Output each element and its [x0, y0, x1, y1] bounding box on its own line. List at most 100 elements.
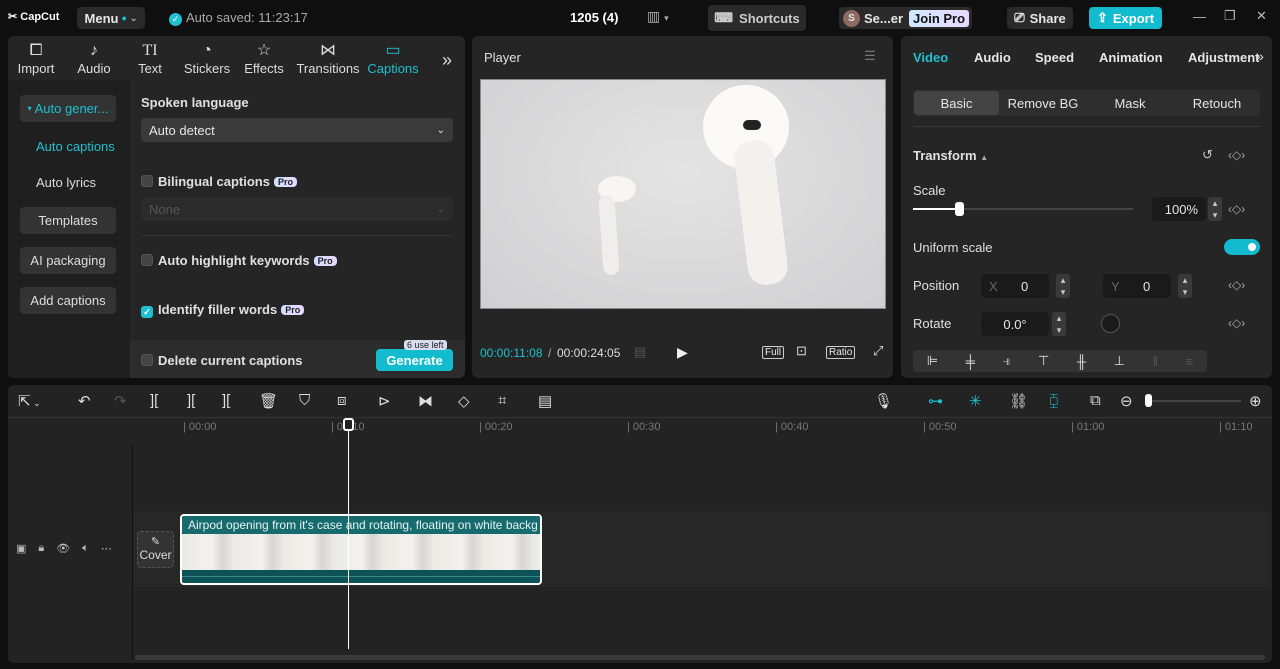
join-pro-button[interactable]: Join Pro: [909, 9, 970, 27]
keyframe-icon[interactable]: ‹◇›: [1228, 316, 1245, 330]
tab-audio-inspector[interactable]: Audio: [974, 50, 1011, 65]
highlight-keywords-checkbox[interactable]: Auto highlight keywords Pro: [141, 253, 337, 268]
cover-button[interactable]: ✎ Cover: [137, 531, 174, 568]
position-y-input[interactable]: Y0: [1103, 274, 1171, 298]
auto-snap-icon[interactable]: ✳: [969, 392, 982, 410]
menu-button[interactable]: Menu ● ⌄: [77, 7, 145, 29]
align-center-h-icon[interactable]: ╪: [966, 354, 975, 369]
speed-icon[interactable]: ⊳: [378, 392, 391, 410]
tab-effects[interactable]: ☆ Effects: [243, 41, 285, 76]
more-tabs-icon[interactable]: »: [442, 50, 452, 71]
horizontal-scrollbar[interactable]: [135, 655, 1265, 660]
tab-import[interactable]: ⧠ Import: [16, 41, 56, 76]
zoom-fit-icon[interactable]: ⊡: [796, 343, 807, 359]
split-right-icon[interactable]: ][: [222, 392, 230, 409]
subtab-basic[interactable]: Basic: [914, 91, 999, 115]
preview-axis-icon[interactable]: ⧮: [1049, 392, 1059, 409]
uniform-scale-toggle[interactable]: [1224, 239, 1260, 255]
more-tabs-icon[interactable]: »: [1256, 48, 1264, 64]
volume-icon[interactable]: 🔈︎: [82, 542, 89, 555]
scale-input[interactable]: 100%: [1152, 197, 1206, 221]
shortcuts-button[interactable]: ⌨ Shortcuts: [708, 5, 806, 31]
transform-header[interactable]: Transform ▲: [913, 148, 988, 163]
slider-handle[interactable]: [955, 202, 964, 216]
tab-animation[interactable]: Animation: [1099, 50, 1163, 65]
mirror-icon[interactable]: ⧓: [418, 392, 433, 410]
auto-reframe-icon[interactable]: ▤: [538, 392, 552, 410]
rotate-icon[interactable]: ◇: [458, 392, 470, 410]
main-track-magnet-icon[interactable]: ⊶: [928, 392, 943, 410]
player-menu-icon[interactable]: ☰: [864, 48, 876, 64]
more-icon[interactable]: ⋯: [101, 542, 112, 555]
full-button[interactable]: Full: [762, 346, 785, 359]
align-center-v-icon[interactable]: ╫: [1077, 354, 1086, 369]
subtab-retouch[interactable]: Retouch: [1174, 91, 1260, 115]
ratio-button[interactable]: Ratio: [826, 346, 856, 359]
delete-icon[interactable]: 🗑: [259, 392, 278, 410]
crop-icon[interactable]: ⌗: [498, 392, 506, 409]
freeze-icon[interactable]: ⧈: [337, 392, 347, 409]
align-bottom-icon[interactable]: ⊥: [1114, 353, 1125, 369]
position-y-stepper[interactable]: ▴ ▾: [1178, 274, 1192, 298]
fullscreen-icon[interactable]: ⤢: [873, 343, 883, 359]
track-video-icon[interactable]: ▣: [16, 542, 26, 555]
split-left-icon[interactable]: ][: [187, 392, 195, 409]
link-icon[interactable]: ⛓: [1009, 392, 1028, 410]
subtab-remove-bg[interactable]: Remove BG: [1000, 91, 1086, 115]
split-icon[interactable]: ][: [150, 392, 158, 409]
sidebar-auto-captions[interactable]: Auto captions: [36, 139, 115, 154]
rotate-input[interactable]: 0.0°: [981, 312, 1049, 336]
rotate-stepper[interactable]: ▴ ▾: [1052, 312, 1066, 336]
filler-words-checkbox[interactable]: ✓ Identify filler words Pro: [141, 302, 305, 318]
marker-icon[interactable]: ⛉: [299, 392, 310, 409]
bilingual-checkbox[interactable]: Bilingual captions Pro: [141, 174, 297, 189]
delete-captions-checkbox[interactable]: Delete current captions: [141, 353, 303, 368]
timeline-grid-icon[interactable]: ▤: [634, 344, 646, 360]
layout-icon[interactable]: ▥ ▾: [647, 8, 669, 25]
keyframe-icon[interactable]: ‹◇›: [1228, 278, 1245, 292]
scale-stepper[interactable]: ▴ ▾: [1208, 197, 1222, 221]
sidebar-auto-generate[interactable]: ▾ Auto gener...: [20, 95, 116, 122]
tab-audio[interactable]: ♪ Audio: [74, 41, 114, 76]
playhead-handle[interactable]: [343, 418, 354, 431]
minimize-icon[interactable]: —: [1193, 9, 1206, 24]
align-top-icon[interactable]: ⊤: [1038, 353, 1049, 369]
fit-timeline-icon[interactable]: ⧉: [1090, 392, 1101, 409]
slider-handle[interactable]: [1145, 394, 1152, 407]
position-x-input[interactable]: X0: [981, 274, 1049, 298]
zoom-in-icon[interactable]: ⊕: [1249, 392, 1262, 410]
sidebar-ai-packaging[interactable]: AI packaging: [20, 247, 116, 274]
timeline-zoom-slider[interactable]: [1145, 394, 1241, 407]
video-clip[interactable]: Airpod opening from it's case and rotati…: [180, 514, 542, 585]
subtab-mask[interactable]: Mask: [1087, 91, 1173, 115]
tab-speed[interactable]: Speed: [1035, 50, 1074, 65]
position-x-stepper[interactable]: ▴ ▾: [1056, 274, 1070, 298]
lock-icon[interactable]: 🔒︎: [38, 542, 44, 555]
microphone-icon[interactable]: 🎙: [874, 392, 893, 410]
maximize-icon[interactable]: ❐: [1224, 8, 1236, 24]
tab-stickers[interactable]: ◔ Stickers: [184, 41, 230, 76]
play-button[interactable]: ▶: [677, 344, 688, 361]
playhead[interactable]: [343, 418, 354, 649]
sidebar-auto-lyrics[interactable]: Auto lyrics: [36, 175, 96, 190]
keyframe-icon[interactable]: ‹◇›: [1228, 148, 1245, 162]
tab-adjustment[interactable]: Adjustment: [1188, 50, 1260, 65]
align-right-icon[interactable]: ⫣: [1003, 353, 1011, 369]
sidebar-add-captions[interactable]: Add captions: [20, 287, 116, 314]
zoom-out-icon[interactable]: ⊖: [1120, 392, 1133, 410]
reset-icon[interactable]: ↺: [1202, 147, 1213, 163]
align-left-icon[interactable]: ⊫: [927, 353, 938, 369]
tab-transitions[interactable]: ⋈ Transitions: [296, 41, 359, 76]
tab-video[interactable]: Video: [913, 50, 948, 65]
share-button[interactable]: ⎚ Share: [1007, 7, 1073, 29]
rotate-dial[interactable]: [1101, 314, 1120, 333]
eye-icon[interactable]: 👁︎: [56, 542, 70, 555]
close-icon[interactable]: ✕: [1256, 8, 1267, 24]
undo-icon[interactable]: ↶: [78, 392, 91, 410]
generate-button[interactable]: Generate: [376, 349, 453, 371]
spoken-language-select[interactable]: Auto detect ⌄: [141, 118, 453, 142]
sidebar-templates[interactable]: Templates: [20, 207, 116, 234]
export-button[interactable]: ⇪ Export: [1089, 7, 1162, 29]
tab-text[interactable]: TI Text: [132, 41, 168, 76]
tab-captions[interactable]: ▭ Captions: [367, 41, 419, 76]
